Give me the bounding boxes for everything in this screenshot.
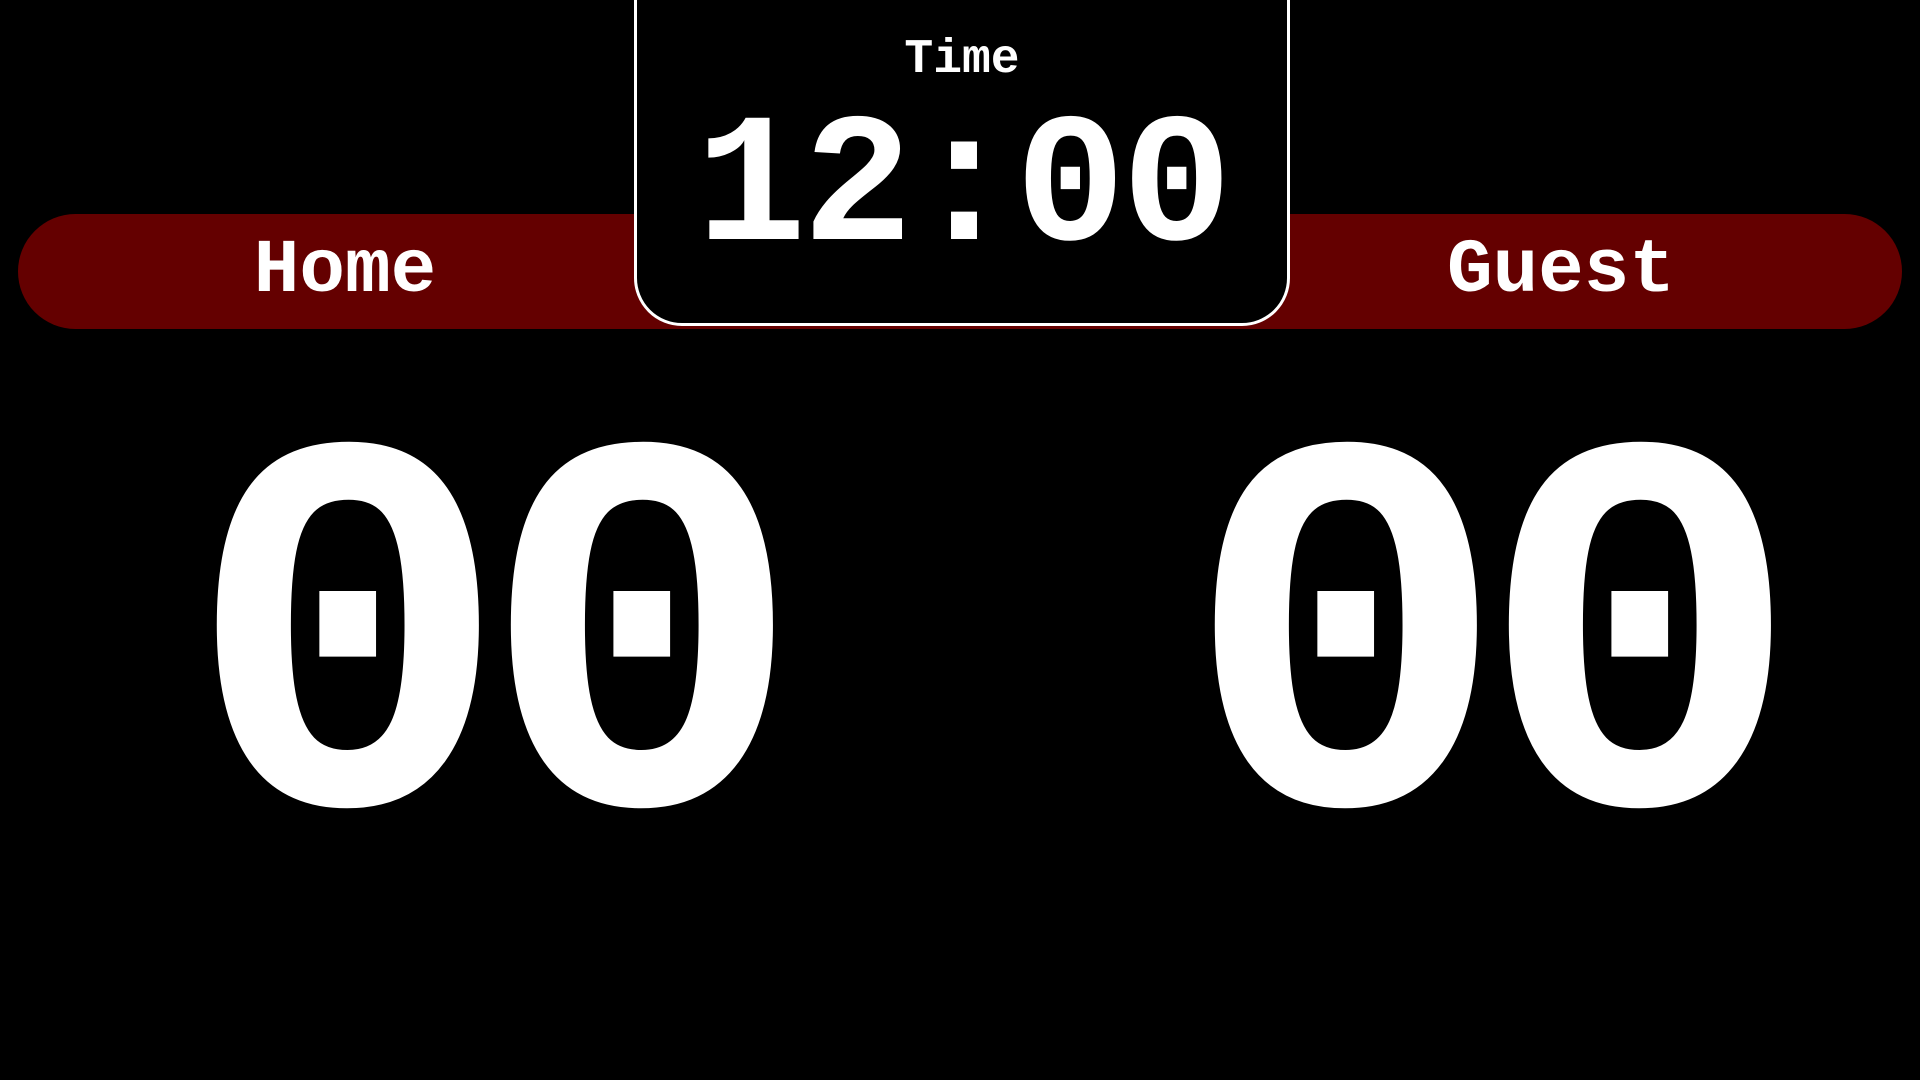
home-score: 00 — [185, 354, 804, 966]
guest-score: 00 — [1183, 354, 1802, 966]
scoreboard: Home Guest Time 12:00 00 00 — [0, 0, 1920, 1080]
guest-team-name: Guest — [1446, 228, 1676, 314]
home-team-name: Home — [253, 228, 437, 314]
game-clock: 12:00 — [695, 87, 1232, 295]
game-clock-panel: Time 12:00 — [634, 0, 1290, 326]
clock-label: Time — [904, 33, 1020, 87]
